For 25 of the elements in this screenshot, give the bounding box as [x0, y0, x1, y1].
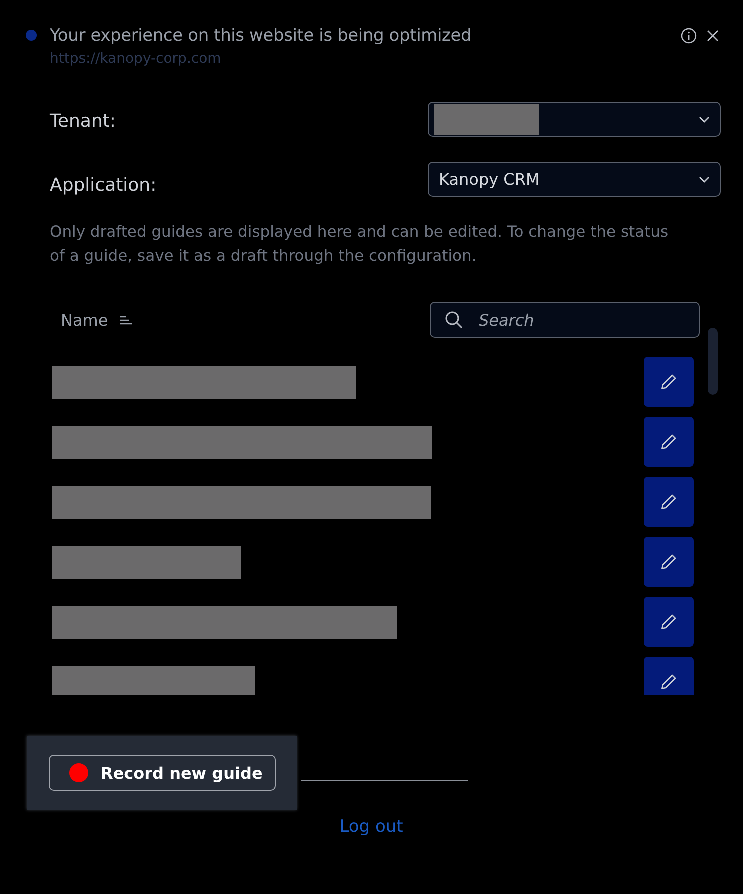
scrollbar[interactable] — [708, 328, 718, 395]
dropdown[interactable]: Kanopy CRM — [428, 162, 721, 196]
pencil-icon — [660, 553, 678, 571]
description-text: Only drafted guides are displayed here and can be edited. To change the status of a guide, save it as a draft through the configuration. — [50, 222, 670, 267]
search-icon — [445, 311, 463, 329]
notification-title: Your experience on this website is being optimized — [50, 25, 473, 47]
field-label: Application: — [50, 174, 157, 196]
chevron-down-icon — [699, 116, 710, 122]
info-icon[interactable] — [681, 28, 697, 44]
pencil-icon — [660, 613, 678, 631]
record-button[interactable]: Record new guide — [49, 755, 276, 791]
pencil-icon — [660, 493, 678, 511]
column-header[interactable]: Name — [61, 310, 108, 330]
status-dot — [26, 30, 37, 41]
close-icon[interactable] — [707, 30, 719, 42]
field-label: Tenant: — [50, 110, 116, 132]
search-field[interactable]: Search — [430, 302, 700, 338]
edit-button[interactable] — [644, 657, 694, 695]
record-icon — [69, 763, 89, 783]
pencil-icon — [660, 433, 678, 451]
dropdown[interactable] — [428, 102, 721, 136]
sort-icon[interactable] — [120, 316, 132, 324]
pencil-icon — [660, 373, 678, 391]
chevron-down-icon — [699, 176, 710, 182]
pencil-icon — [660, 673, 678, 691]
